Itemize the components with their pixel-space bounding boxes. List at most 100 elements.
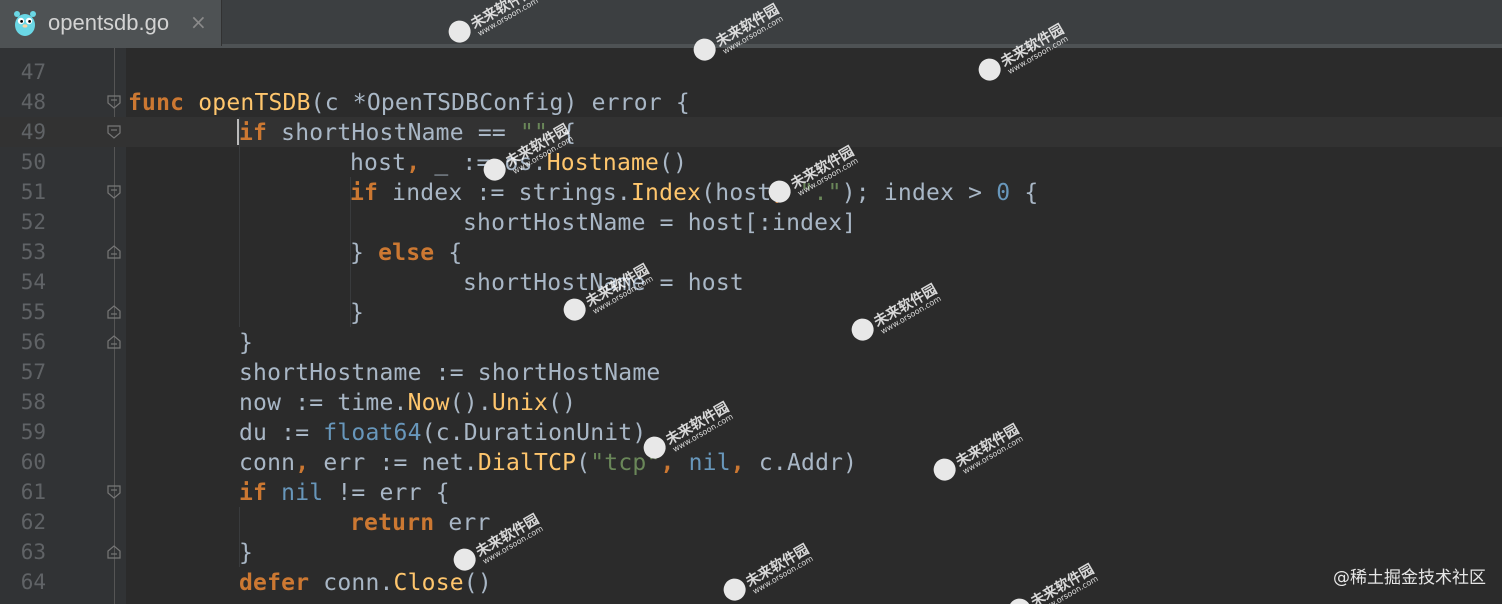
code-text: du := float64(c.DurationUnit)	[239, 420, 646, 446]
code-token: _ := os.	[420, 150, 547, 176]
tab-opentsdb-go[interactable]: opentsdb.go ×	[0, 0, 222, 46]
line-number: 51	[20, 180, 46, 204]
code-token: return	[350, 510, 449, 536]
code-token: shortHostName ==	[281, 120, 520, 146]
code-line[interactable]: 50 host, _ := os.Hostname()	[0, 147, 1502, 177]
code-line[interactable]: 55}	[0, 297, 1502, 327]
code-editor[interactable]: 47 48 func openTSDB(c *OpenTSDBConfig) err…	[0, 48, 1502, 604]
code-token: }	[239, 330, 254, 356]
code-line[interactable]: 49 if shortHostName == "" {	[0, 117, 1502, 147]
code-token: Now	[407, 390, 450, 416]
code-token: nil	[281, 480, 324, 506]
line-number: 60	[20, 450, 46, 474]
code-text: } else {	[350, 240, 462, 266]
code-line[interactable]: 57 shortHostname := shortHostName	[0, 357, 1502, 387]
code-line[interactable]: 51 if index := strings.Index(host, "."); …	[0, 177, 1502, 207]
code-text: return err	[350, 510, 491, 536]
code-token: {	[1010, 180, 1039, 206]
close-icon[interactable]: ×	[190, 10, 207, 34]
fold-close-icon[interactable]	[106, 244, 122, 260]
line-number: 62	[20, 510, 46, 534]
code-token: ,	[660, 450, 689, 476]
code-text: shortHostName = host[:index]	[463, 210, 856, 236]
code-token: ().	[449, 390, 492, 416]
line-number: 52	[20, 210, 46, 234]
code-token: index := strings.	[392, 180, 631, 206]
code-token: openTSDB	[198, 90, 311, 116]
fold-open-icon[interactable]	[106, 184, 122, 200]
code-token: "tcp"	[590, 450, 661, 476]
code-text: host, _ := os.Hostname()	[350, 150, 687, 176]
code-line[interactable]: 61 if nil != err {	[0, 477, 1502, 507]
code-token: ()	[548, 390, 577, 416]
code-line[interactable]: 56}	[0, 327, 1502, 357]
code-token: Index	[630, 180, 702, 206]
line-number: 53	[20, 240, 46, 264]
code-token: c.Addr)	[758, 450, 858, 476]
code-token: (	[576, 450, 591, 476]
code-token: ,	[406, 150, 421, 176]
code-line[interactable]: 58 now := time.Now().Unix()	[0, 387, 1502, 417]
fold-open-icon[interactable]	[106, 94, 122, 110]
code-token: now := time.	[239, 390, 408, 416]
code-token: Close	[393, 570, 464, 596]
code-line[interactable]: 59 du := float64(c.DurationUnit)	[0, 417, 1502, 447]
code-line[interactable]: 53 } else {	[0, 237, 1502, 267]
code-token: func	[128, 90, 199, 116]
editor-tab-bar: opentsdb.go ×	[0, 0, 1502, 49]
code-token: (c.DurationUnit)	[421, 420, 647, 446]
fold-open-icon[interactable]	[106, 124, 122, 140]
code-token: }	[239, 540, 254, 566]
code-token: Unix	[491, 390, 549, 416]
code-text: if nil != err {	[239, 480, 450, 506]
ide-window: opentsdb.go × 47 48 func openTSDB(c *OpenT…	[0, 0, 1502, 604]
code-token: ,	[730, 450, 759, 476]
code-token: 0	[996, 180, 1011, 206]
code-token: (c *OpenTSDBConfig) error {	[310, 90, 690, 116]
tab-title: opentsdb.go	[48, 10, 170, 35]
code-token: shortHostname := shortHostName	[239, 360, 661, 386]
code-token: conn.	[323, 570, 394, 596]
line-number: 63	[20, 540, 46, 564]
fold-close-icon[interactable]	[106, 544, 122, 560]
indent-guide	[239, 117, 240, 327]
line-number: 57	[20, 360, 46, 384]
code-text: }	[239, 540, 253, 566]
code-line[interactable]: 48 func openTSDB(c *OpenTSDBConfig) error…	[0, 87, 1502, 117]
code-line[interactable]: 64 defer conn.Close()	[0, 567, 1502, 597]
line-number: 58	[20, 390, 46, 414]
code-text: }	[350, 300, 364, 326]
fold-close-icon[interactable]	[106, 304, 122, 320]
code-text: if shortHostName == "" {	[239, 120, 576, 146]
code-token: host	[350, 150, 407, 176]
code-line[interactable]: 60 conn, err := net.DialTCP("tcp", nil, c…	[0, 447, 1502, 477]
line-number: 47	[20, 60, 46, 84]
code-text: func openTSDB(c *OpenTSDBConfig) error {	[128, 90, 690, 116]
code-token: ()	[659, 150, 688, 176]
indent-guide	[350, 177, 351, 327]
code-token: shortHostName = host	[463, 270, 744, 296]
line-number: 50	[20, 150, 46, 174]
code-line[interactable]: 47	[0, 57, 1502, 87]
code-text: conn, err := net.DialTCP("tcp", nil, c.A…	[239, 450, 857, 476]
code-line[interactable]: 62 return err	[0, 507, 1502, 537]
code-line[interactable]: 63}	[0, 537, 1502, 567]
code-token: ,	[771, 180, 800, 206]
fold-open-icon[interactable]	[106, 484, 122, 500]
code-text: shortHostName = host	[463, 270, 744, 296]
fold-close-icon[interactable]	[106, 334, 122, 350]
code-token: != err {	[323, 480, 450, 506]
code-token: ,	[295, 450, 310, 476]
code-token: DialTCP	[477, 450, 577, 476]
code-token: }	[350, 240, 379, 266]
code-line[interactable]: 52 shortHostName = host[:index]	[0, 207, 1502, 237]
indent-guide	[239, 507, 240, 567]
code-token: else	[378, 240, 435, 266]
code-token: if	[239, 480, 282, 506]
code-token: conn	[239, 450, 296, 476]
code-line[interactable]: 54 shortHostName = host	[0, 267, 1502, 297]
code-token: if	[350, 180, 393, 206]
line-number: 61	[20, 480, 46, 504]
code-token: }	[350, 300, 365, 326]
line-number: 59	[20, 420, 46, 444]
